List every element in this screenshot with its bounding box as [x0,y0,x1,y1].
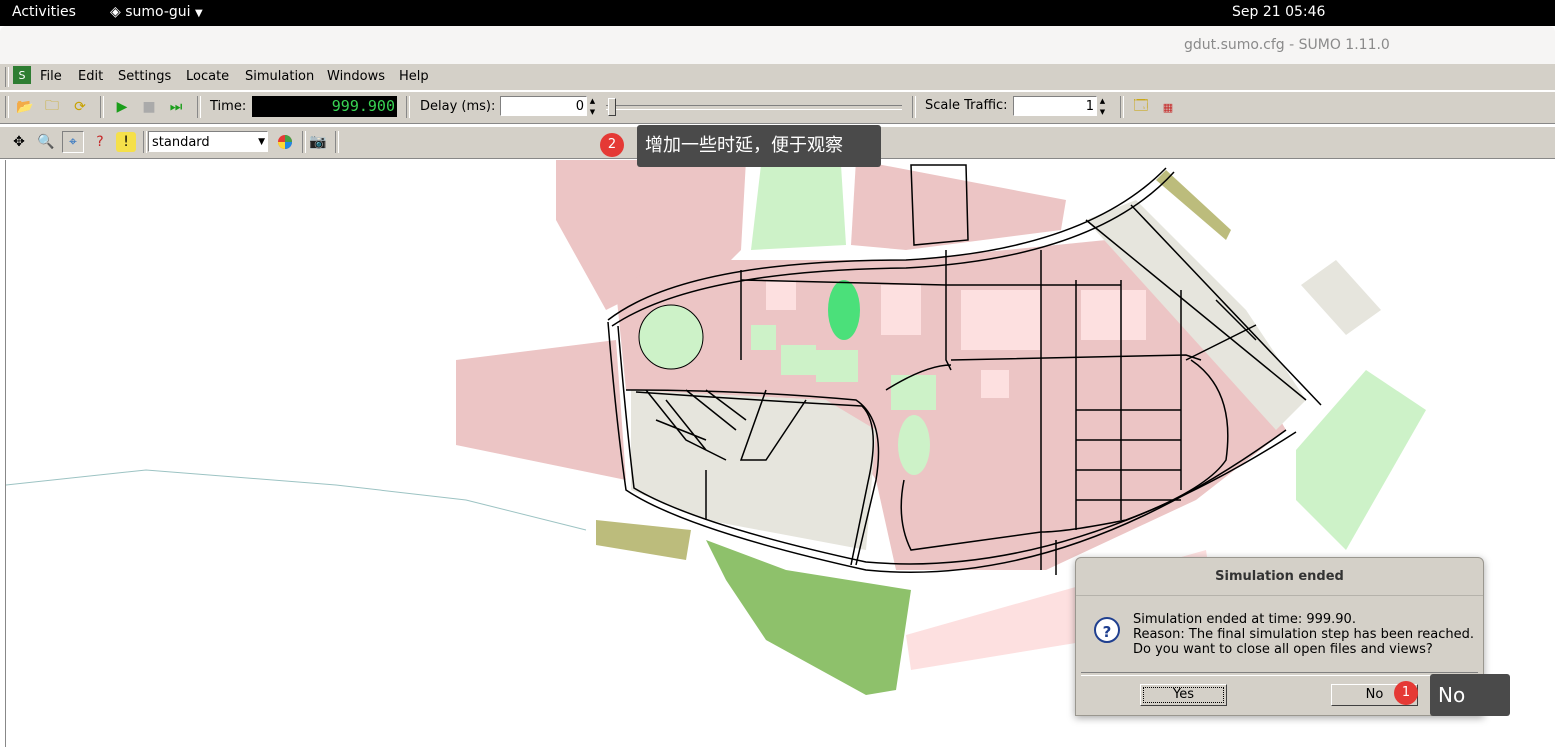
menu-bar: S File Edit Settings Locate Simulation W… [0,64,1555,91]
sumo-app-icon: S [13,66,31,84]
toolbar-separator [335,131,339,153]
delay-spinner[interactable]: ▲ ▼ [587,96,598,118]
scale-traffic-label: Scale Traffic: [925,98,1008,113]
scale-traffic-input[interactable]: 1 [1013,96,1097,116]
annotation-tooltip-2: 增加一些时延，便于观察 [637,125,881,167]
chevron-down-icon: ▼ [195,8,203,19]
dialog-message-line-2: Reason: The final simulation step has be… [1133,627,1475,642]
dialog-separator [1081,672,1478,676]
run-icon[interactable]: ▶ [112,97,132,117]
activities-button[interactable]: Activities [12,4,76,20]
recenter-view-icon[interactable]: ✥ [9,132,29,152]
new-3d-view-icon[interactable]: ▦ [1158,97,1178,117]
delay-slider-track[interactable] [606,105,902,110]
open-network-icon[interactable]: 🗀 [42,97,62,117]
question-icon: ? [1094,617,1120,643]
delay-label: Delay (ms): [420,99,496,114]
screenshot-camera-icon[interactable]: 📷 [308,132,328,152]
dialog-title: Simulation ended [1076,558,1483,596]
yes-button[interactable]: Yes [1140,684,1227,706]
menu-windows[interactable]: Windows [327,69,385,84]
menu-file[interactable]: File [40,69,62,84]
stop-icon[interactable]: ■ [139,97,159,117]
toolbar-grip[interactable] [5,67,9,87]
locate-vehicle-icon[interactable]: ? [90,132,110,152]
toolbar-grip[interactable] [5,96,9,118]
toolbar-separator [406,96,410,118]
annotation-tooltip-1: No [1430,674,1510,716]
color-scheme-value: standard [152,135,210,150]
step-icon[interactable]: ⏭ [166,97,186,117]
zoom-icon[interactable]: 🔍 [36,132,56,152]
toolbar-separator [143,131,147,153]
toolbar-separator [100,96,104,118]
reload-icon[interactable]: ⟳ [70,97,90,117]
time-display: 999.900 [252,96,397,117]
window-title: gdut.sumo.cfg - SUMO 1.11.0 [1184,37,1390,53]
menu-settings[interactable]: Settings [118,69,171,84]
toolbar-separator [1120,96,1124,118]
color-scheme-select[interactable]: standard ▼ [148,131,268,152]
clock[interactable]: Sep 21 05:46 [1232,4,1325,20]
time-label: Time: [210,99,247,114]
open-simulation-icon[interactable]: 📂 [15,97,35,117]
toolbar-separator [197,96,201,118]
delay-slider-handle[interactable] [608,98,616,116]
dialog-message: Simulation ended at time: 999.90. Reason… [1133,612,1474,657]
show-tooltips-icon[interactable]: ! [116,132,136,152]
step-badge-1: 1 [1394,681,1418,705]
app-menu-icon: ◈ [110,4,121,20]
menu-help[interactable]: Help [399,69,429,84]
toolbar-separator [302,131,306,153]
system-top-bar: Activities ◈ sumo-gui ▼ Sep 21 05:46 [0,0,1555,26]
locate-junction-icon[interactable]: ⌖ [62,131,84,153]
menu-simulation[interactable]: Simulation [245,69,314,84]
window-title-bar: gdut.sumo.cfg - SUMO 1.11.0 [0,26,1555,65]
app-menu-button[interactable]: ◈ sumo-gui ▼ [110,4,203,20]
toolbar-separator [912,96,916,118]
main-toolbar: 📂 🗀 ⟳ ▶ ■ ⏭ Time: 999.900 Delay (ms): 0 … [0,91,1555,124]
step-badge-2: 2 [600,133,624,157]
edit-coloring-icon[interactable] [275,132,295,152]
simulation-ended-dialog: Simulation ended ? Simulation ended at t… [1075,557,1484,716]
app-menu-label: sumo-gui [125,4,191,20]
scale-traffic-spinner[interactable]: ▲ ▼ [1097,96,1108,118]
delay-input[interactable]: 0 [500,96,587,116]
menu-edit[interactable]: Edit [78,69,103,84]
dialog-message-line-3: Do you want to close all open files and … [1133,642,1433,657]
menu-locate[interactable]: Locate [186,69,229,84]
dialog-message-line-1: Simulation ended at time: 999.90. [1133,612,1356,627]
new-view-icon[interactable]: 🗔 [1131,97,1151,117]
chevron-down-icon: ▼ [258,137,265,147]
